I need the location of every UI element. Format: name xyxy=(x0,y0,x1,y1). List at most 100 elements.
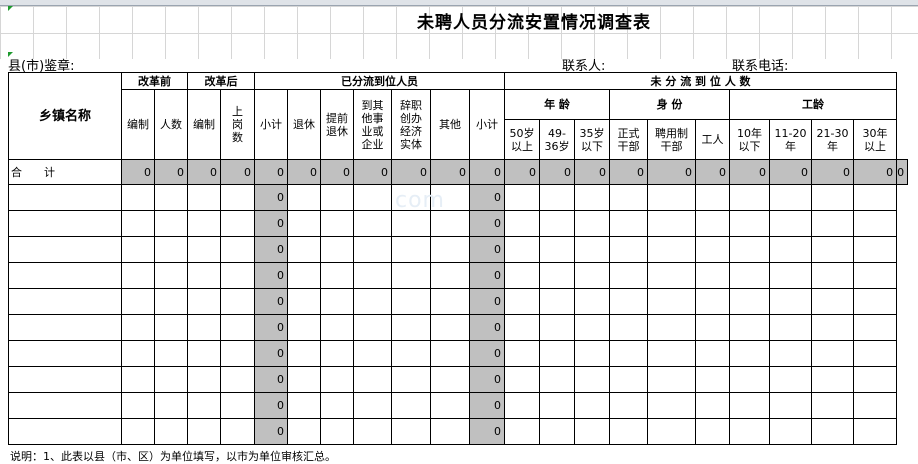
cell[interactable] xyxy=(353,236,392,263)
subtotal-unplaced-cell[interactable]: 0 xyxy=(468,366,506,393)
subtotal-placed-cell[interactable]: 0 xyxy=(254,366,288,393)
total-cell[interactable]: 0 xyxy=(391,159,431,185)
cell[interactable] xyxy=(695,210,731,237)
cell[interactable] xyxy=(430,314,470,341)
cell[interactable] xyxy=(769,314,813,341)
total-cell[interactable]: 0 xyxy=(574,159,611,185)
cell[interactable] xyxy=(220,392,255,419)
total-cell[interactable]: 0 xyxy=(254,159,288,185)
cell[interactable] xyxy=(539,314,576,341)
cell[interactable] xyxy=(769,262,813,289)
cell[interactable] xyxy=(187,314,221,341)
cell[interactable] xyxy=(504,314,541,341)
cell[interactable] xyxy=(695,340,731,367)
cell[interactable] xyxy=(539,288,576,315)
subtotal-placed-cell[interactable]: 0 xyxy=(254,210,288,237)
total-cell[interactable]: 0 xyxy=(896,159,908,185)
cell[interactable] xyxy=(811,340,855,367)
cell[interactable] xyxy=(220,210,255,237)
cell[interactable] xyxy=(574,366,611,393)
cell[interactable] xyxy=(187,262,221,289)
cell[interactable] xyxy=(574,288,611,315)
cell[interactable] xyxy=(695,366,731,393)
cell[interactable] xyxy=(647,392,697,419)
cell[interactable] xyxy=(574,210,611,237)
subtotal-unplaced-cell[interactable]: 0 xyxy=(468,288,506,315)
total-cell[interactable]: 0 xyxy=(811,159,855,185)
cell[interactable] xyxy=(695,184,731,211)
cell[interactable] xyxy=(320,236,354,263)
cell[interactable] xyxy=(539,236,576,263)
cell[interactable] xyxy=(154,392,188,419)
subtotal-unplaced-cell[interactable]: 0 xyxy=(468,262,506,289)
cell[interactable] xyxy=(695,288,731,315)
cell[interactable] xyxy=(8,288,122,315)
cell[interactable] xyxy=(811,314,855,341)
cell[interactable] xyxy=(320,418,354,445)
cell[interactable] xyxy=(609,288,649,315)
cell[interactable] xyxy=(539,210,576,237)
cell[interactable] xyxy=(647,262,697,289)
cell[interactable] xyxy=(320,314,354,341)
cell[interactable] xyxy=(154,184,188,211)
cell[interactable] xyxy=(811,184,855,211)
cell[interactable] xyxy=(769,366,813,393)
cell[interactable] xyxy=(504,418,541,445)
subtotal-unplaced-cell[interactable]: 0 xyxy=(468,418,506,445)
cell[interactable] xyxy=(287,262,321,289)
cell[interactable] xyxy=(430,210,470,237)
cell[interactable] xyxy=(853,314,898,341)
cell[interactable] xyxy=(853,262,898,289)
cell[interactable] xyxy=(353,184,392,211)
cell[interactable] xyxy=(320,366,354,393)
cell[interactable] xyxy=(353,262,392,289)
cell[interactable] xyxy=(154,236,188,263)
cell[interactable] xyxy=(430,262,470,289)
cell[interactable] xyxy=(811,366,855,393)
cell[interactable] xyxy=(220,262,255,289)
total-cell[interactable]: 0 xyxy=(647,159,697,185)
cell[interactable] xyxy=(121,262,155,289)
cell[interactable] xyxy=(391,314,431,341)
cell[interactable] xyxy=(287,392,321,419)
cell[interactable] xyxy=(504,262,541,289)
cell[interactable] xyxy=(287,184,321,211)
cell[interactable] xyxy=(430,236,470,263)
cell[interactable] xyxy=(695,392,731,419)
cell[interactable] xyxy=(121,392,155,419)
cell[interactable] xyxy=(811,418,855,445)
subtotal-unplaced-cell[interactable]: 0 xyxy=(468,236,506,263)
cell[interactable] xyxy=(647,184,697,211)
total-cell[interactable]: 0 xyxy=(853,159,898,185)
cell[interactable] xyxy=(154,340,188,367)
cell[interactable] xyxy=(811,236,855,263)
cell[interactable] xyxy=(430,288,470,315)
cell[interactable] xyxy=(695,418,731,445)
cell[interactable] xyxy=(121,236,155,263)
total-cell[interactable]: 0 xyxy=(187,159,221,185)
cell[interactable] xyxy=(353,210,392,237)
cell[interactable] xyxy=(853,236,898,263)
cell[interactable] xyxy=(729,418,771,445)
cell[interactable] xyxy=(8,210,122,237)
cell[interactable] xyxy=(287,210,321,237)
cell[interactable] xyxy=(853,288,898,315)
cell[interactable] xyxy=(647,340,697,367)
cell[interactable] xyxy=(729,210,771,237)
cell[interactable] xyxy=(539,340,576,367)
cell[interactable] xyxy=(154,288,188,315)
cell[interactable] xyxy=(574,236,611,263)
cell[interactable] xyxy=(187,392,221,419)
cell[interactable] xyxy=(853,366,898,393)
cell[interactable] xyxy=(220,340,255,367)
cell[interactable] xyxy=(504,392,541,419)
cell[interactable] xyxy=(769,236,813,263)
cell[interactable] xyxy=(430,366,470,393)
cell[interactable] xyxy=(353,418,392,445)
cell[interactable] xyxy=(647,418,697,445)
cell[interactable] xyxy=(609,184,649,211)
total-cell[interactable]: 0 xyxy=(154,159,188,185)
cell[interactable] xyxy=(187,418,221,445)
cell[interactable] xyxy=(729,392,771,419)
cell[interactable] xyxy=(154,210,188,237)
